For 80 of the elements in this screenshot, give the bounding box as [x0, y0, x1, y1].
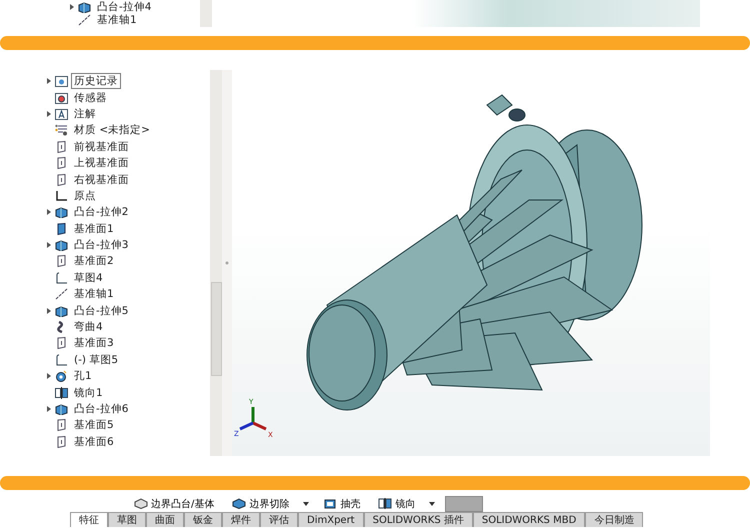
- plane-icon: [55, 419, 68, 432]
- expand-arrow-icon[interactable]: [46, 406, 52, 412]
- folder-icon: [55, 75, 68, 88]
- tree-item[interactable]: 前视基准面: [71, 138, 132, 155]
- mirror-icon: [378, 498, 392, 509]
- expand-arrow-icon[interactable]: [46, 209, 52, 216]
- extrude-icon: [55, 239, 68, 252]
- tree-item[interactable]: 基准轴1: [94, 12, 140, 27]
- tree-item[interactable]: 基准面6: [71, 434, 117, 450]
- tree-item[interactable]: 凸台-拉伸3: [71, 237, 132, 254]
- plane-icon: [55, 157, 68, 170]
- ribbon-tab[interactable]: DimXpert: [298, 512, 364, 527]
- ribbon-tab[interactable]: 曲面: [146, 512, 184, 527]
- sketch-icon: [55, 354, 68, 366]
- plane-icon: [55, 140, 68, 153]
- expand-arrow-icon[interactable]: [46, 242, 52, 248]
- tree-item[interactable]: 右视基准面: [71, 172, 132, 188]
- extrude-icon: [55, 304, 68, 317]
- plane-icon: [55, 436, 68, 448]
- plane-icon: [55, 337, 68, 350]
- tree-item[interactable]: 基准面5: [71, 417, 117, 434]
- extrude-icon: [55, 206, 68, 218]
- sensor-icon: [55, 92, 68, 104]
- ribbon-tab[interactable]: 评估: [260, 512, 298, 527]
- shell-icon: [323, 498, 338, 509]
- tree-item[interactable]: 草图4: [71, 270, 106, 286]
- grip-icon: [225, 259, 229, 267]
- expand-arrow-icon[interactable]: [69, 4, 75, 10]
- tree-item[interactable]: 弯曲4: [71, 319, 106, 336]
- boss-icon: [134, 498, 148, 509]
- ribbon-tab[interactable]: 草图: [108, 512, 146, 527]
- plane-icon: [55, 255, 68, 268]
- plane-icon: [55, 222, 68, 235]
- tree-item[interactable]: 历史记录: [71, 73, 121, 90]
- tree-item[interactable]: (-) 草图5: [71, 352, 121, 368]
- axis-icon: [78, 14, 91, 26]
- origin-icon: [55, 190, 68, 202]
- ribbon-tab[interactable]: SOLIDWORKS 插件: [364, 512, 473, 527]
- tree-item[interactable]: 凸台-拉伸6: [71, 401, 132, 417]
- ribbon-tab[interactable]: 焊件: [222, 512, 260, 527]
- ribbon-tab[interactable]: 今日制造: [585, 512, 644, 527]
- hole-icon: [55, 370, 68, 382]
- caret-icon[interactable]: [303, 502, 310, 506]
- color-swatch[interactable]: [445, 496, 484, 512]
- toolbar-button[interactable]: 边界切除: [228, 496, 294, 510]
- tree-item[interactable]: 孔1: [71, 368, 95, 384]
- toolbar-button[interactable]: 镜向: [374, 496, 420, 510]
- tree-item[interactable]: 镜向1: [71, 384, 106, 401]
- extrude-icon: [55, 403, 68, 415]
- toolbar-button[interactable]: 边界凸台/基体: [130, 496, 218, 510]
- extrude-icon: [78, 0, 91, 12]
- axis-icon: [55, 288, 68, 300]
- ribbon-tab[interactable]: SOLIDWORKS MBD: [472, 512, 586, 527]
- tree-item[interactable]: 传感器: [71, 90, 110, 106]
- tree-item[interactable]: 基准轴1: [71, 286, 117, 302]
- cut-icon: [232, 498, 246, 509]
- expand-arrow-icon[interactable]: [46, 110, 52, 117]
- tree-item[interactable]: 凸台-拉伸2: [71, 204, 132, 220]
- caret-icon[interactable]: [429, 502, 436, 506]
- tree-item[interactable]: 凸台-拉伸5: [71, 302, 132, 319]
- annotation-icon: [55, 108, 68, 120]
- material-icon: [55, 124, 68, 136]
- tree-item[interactable]: 基准面2: [71, 253, 117, 270]
- tree-item[interactable]: 原点: [71, 188, 99, 204]
- mirror-icon: [55, 386, 68, 399]
- tree-item[interactable]: 材质 <未指定>: [71, 122, 153, 138]
- sketch-icon: [55, 272, 68, 284]
- ribbon-tab[interactable]: 特征: [70, 512, 108, 527]
- plane-icon: [55, 174, 68, 186]
- expand-arrow-icon[interactable]: [46, 373, 52, 380]
- ribbon-tab[interactable]: 钣金: [184, 512, 222, 527]
- expand-arrow-icon[interactable]: [46, 308, 52, 314]
- tree-item[interactable]: 注解: [71, 106, 99, 122]
- tree-item[interactable]: 凸台-拉伸4: [94, 0, 154, 14]
- scrollbar[interactable]: [210, 70, 222, 456]
- expand-arrow-icon[interactable]: [46, 78, 52, 84]
- toolbar-button[interactable]: 抽壳: [319, 496, 364, 510]
- tree-item[interactable]: 上视基准面: [71, 155, 132, 172]
- tree-item[interactable]: 基准面1: [71, 220, 117, 237]
- tree-item[interactable]: 基准面3: [71, 335, 117, 352]
